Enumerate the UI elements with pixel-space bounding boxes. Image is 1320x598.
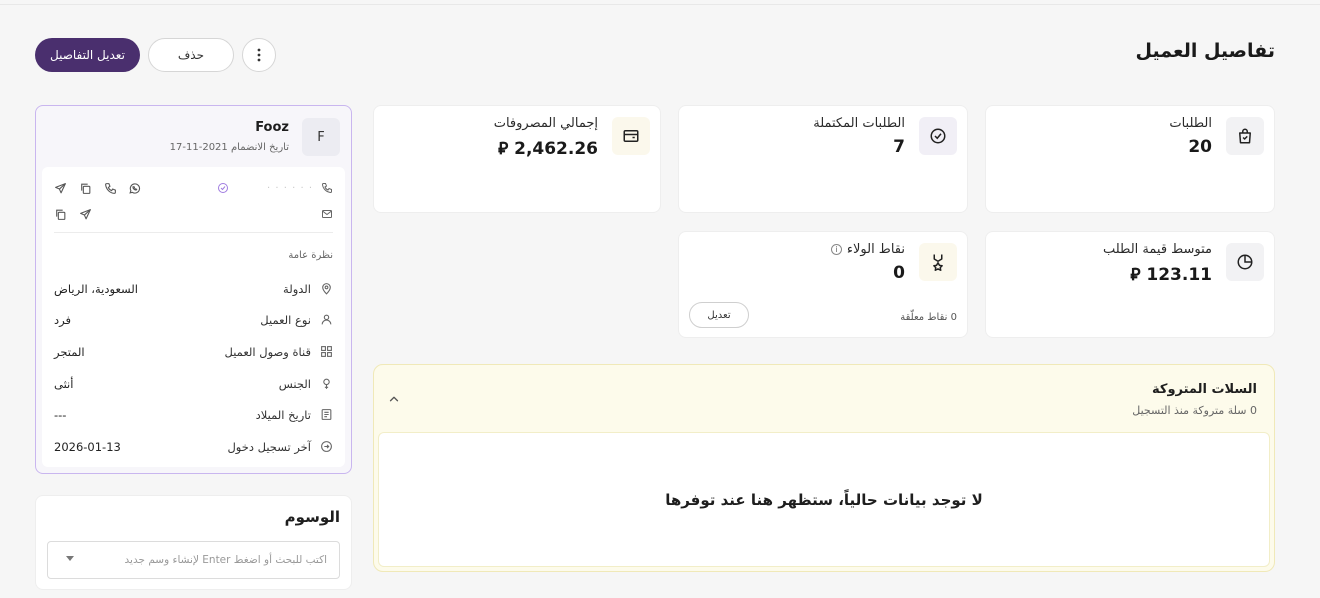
info-value: --- — [54, 408, 67, 422]
carts-empty-state: لا توجد بيانات حالياً، ستظهر هنا عند توف… — [378, 432, 1270, 567]
whatsapp-icon[interactable] — [128, 182, 141, 195]
info-value: المتجر — [54, 345, 85, 359]
grid-icon — [320, 345, 333, 358]
carts-subtitle: 0 سلة متروكة منذ التسجيل — [1132, 404, 1257, 417]
wallet-icon — [612, 117, 650, 155]
more-options-button[interactable] — [241, 38, 276, 72]
tags-card: الوسوم اكتب للبحث أو اضغط Enter لإنشاء و… — [35, 495, 352, 590]
stat-card-total-spending: إجمالي المصروفات 2,462.26 ⃁ — [373, 105, 661, 213]
stat-value: 7 — [893, 137, 905, 157]
map-pin-icon — [320, 282, 333, 295]
stat-card-orders: الطلبات 20 — [985, 105, 1275, 213]
join-date: تاريخ الانضمام 2021-11-17 — [169, 142, 289, 153]
stat-card-average-order: متوسط قيمة الطلب 123.11 ⃁ — [985, 231, 1275, 338]
stat-label: الطلبات — [1169, 116, 1212, 131]
info-value: فرد — [54, 313, 71, 327]
login-icon — [320, 440, 333, 453]
stat-card-completed-orders: الطلبات المكتملة 7 — [678, 105, 968, 213]
email-row — [54, 206, 333, 224]
edit-loyalty-button[interactable]: تعديل — [689, 302, 749, 328]
calendar-icon — [320, 408, 333, 421]
tags-input[interactable]: اكتب للبحث أو اضغط Enter لإنشاء وسم جديد — [47, 541, 340, 579]
phone-row: · · · · · · — [54, 180, 333, 198]
info-icon[interactable]: i — [830, 244, 842, 255]
stat-value: 0 — [893, 263, 905, 283]
stat-value: 2,462.26 ⃁ — [498, 139, 598, 159]
stat-label: متوسط قيمة الطلب — [1102, 242, 1212, 257]
carts-title: السلات المتروكة — [1152, 382, 1257, 397]
tags-placeholder: اكتب للبحث أو اضغط Enter لإنشاء وسم جديد — [124, 554, 327, 566]
female-icon — [320, 377, 333, 390]
customer-card: F Fooz تاريخ الانضمام 2021-11-17 · · · ·… — [35, 105, 352, 474]
stat-label-loyalty: نقاط الولاء i — [830, 242, 905, 257]
send-icon[interactable] — [79, 208, 92, 221]
overview-label: نظرة عامة — [288, 250, 333, 261]
top-divider — [0, 4, 1320, 5]
medal-icon — [919, 243, 957, 281]
info-key: نوع العميل — [260, 313, 311, 327]
phone-number-masked: · · · · · · — [267, 183, 313, 194]
info-key: آخر تسجيل دخول — [227, 440, 311, 454]
info-key: الجنس — [278, 377, 311, 391]
avatar: F — [302, 118, 340, 156]
info-key: تاريخ الميلاد — [255, 408, 311, 422]
chevron-up-icon[interactable] — [387, 392, 401, 406]
more-vertical-icon — [257, 48, 261, 62]
empty-state-text: لا توجد بيانات حالياً، ستظهر هنا عند توف… — [665, 490, 983, 509]
edit-details-button[interactable]: تعديل التفاصيل — [35, 38, 140, 72]
header-actions: حذف تعديل التفاصيل — [35, 38, 276, 72]
info-key: قناة وصول العميل — [224, 345, 312, 359]
stat-label: إجمالي المصروفات — [493, 116, 598, 131]
stat-label: نقاط الولاء — [846, 242, 905, 257]
phone-icon — [321, 182, 333, 194]
delete-button[interactable]: حذف — [147, 38, 234, 72]
info-value: السعودية، الرياض — [54, 282, 138, 296]
info-key: الدولة — [283, 282, 311, 296]
details-divider — [54, 232, 333, 233]
stat-value: 20 — [1188, 137, 1212, 157]
info-row-last-login: آخر تسجيل دخول 2026-01-13 — [54, 439, 333, 457]
info-row-birthdate: تاريخ الميلاد --- — [54, 407, 333, 425]
send-icon[interactable] — [54, 182, 67, 195]
page-title: تفاصيل العميل — [1135, 40, 1275, 62]
customer-details: · · · · · · نظرة عامة الدولة السعودية، ا… — [42, 167, 345, 467]
phone-call-icon[interactable] — [104, 182, 117, 195]
copy-icon[interactable] — [54, 208, 67, 221]
info-row-country: الدولة السعودية، الرياض — [54, 281, 333, 299]
shopping-bag-icon — [1226, 117, 1264, 155]
info-value: أنثى — [54, 377, 74, 391]
stat-label: الطلبات المكتملة — [813, 116, 905, 131]
stat-value: 123.11 ⃁ — [1130, 265, 1212, 285]
verified-icon — [217, 182, 229, 194]
info-row-customer-type: نوع العميل فرد — [54, 312, 333, 330]
info-row-gender: الجنس أنثى — [54, 376, 333, 394]
stat-card-loyalty-points: نقاط الولاء i 0 0 نقاط معلّقة تعديل — [678, 231, 968, 338]
pie-chart-icon — [1226, 243, 1264, 281]
mail-icon — [321, 208, 333, 220]
check-circle-icon — [919, 117, 957, 155]
info-value: 2026-01-13 — [54, 440, 121, 454]
customer-name: Fooz — [255, 120, 289, 135]
copy-icon[interactable] — [79, 182, 92, 195]
info-row-acquisition-channel: قناة وصول العميل المتجر — [54, 344, 333, 362]
user-icon — [320, 313, 333, 326]
pending-points: 0 نقاط معلّقة — [900, 312, 957, 323]
tags-title: الوسوم — [284, 508, 340, 526]
chevron-down-icon[interactable] — [66, 556, 74, 561]
abandoned-carts-panel: السلات المتروكة 0 سلة متروكة منذ التسجيل… — [373, 364, 1275, 572]
